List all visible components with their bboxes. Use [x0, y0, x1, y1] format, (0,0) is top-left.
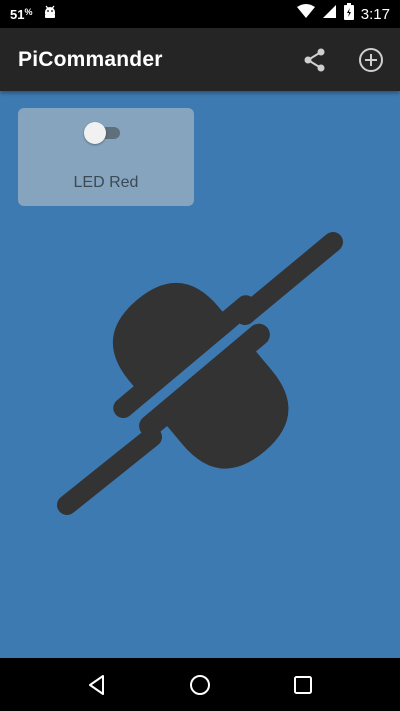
battery-charging-icon — [343, 3, 354, 25]
app-bar: PiCommander — [0, 28, 400, 91]
home-button[interactable] — [178, 663, 222, 707]
battery-percent-value: 51 — [10, 6, 25, 22]
home-icon — [189, 674, 210, 695]
signal-icon — [322, 4, 337, 24]
app-actions — [300, 45, 386, 75]
status-bar: 51% 3:17 — [0, 0, 400, 28]
recents-icon — [294, 675, 313, 694]
clock: 3:17 — [360, 5, 390, 23]
led-switch[interactable] — [84, 122, 124, 144]
back-icon — [88, 674, 104, 695]
switch-thumb — [84, 122, 106, 144]
led-card[interactable]: LED Red — [18, 108, 194, 206]
add-circle-icon — [359, 47, 383, 72]
screen: 51% 3:17 PiCommander LED Red — [0, 0, 400, 711]
status-left: 51% — [10, 4, 58, 25]
nav-bar — [0, 658, 400, 711]
android-debug-icon — [42, 4, 58, 25]
share-button[interactable] — [300, 45, 330, 75]
wifi-icon — [296, 4, 315, 24]
battery-percent-indicator: 51% — [10, 6, 33, 22]
app-title: PiCommander — [18, 47, 163, 71]
card-label: LED Red — [73, 174, 139, 191]
back-button[interactable] — [75, 663, 119, 707]
recents-button[interactable] — [281, 663, 325, 707]
add-button[interactable] — [356, 45, 386, 75]
status-right: 3:17 — [296, 3, 390, 25]
share-icon — [304, 48, 325, 71]
power-plug-icon — [50, 225, 350, 525]
battery-percent-symbol: % — [24, 6, 33, 17]
